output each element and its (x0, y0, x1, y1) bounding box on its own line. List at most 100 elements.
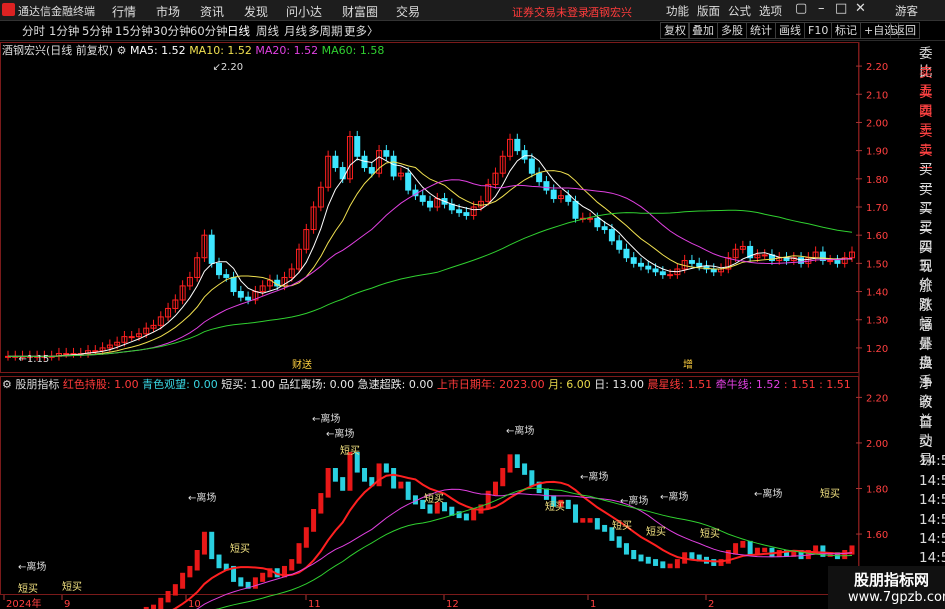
candle-body (667, 274, 674, 277)
maximize-icon[interactable]: □ (835, 1, 847, 16)
indicator-bar (580, 518, 586, 523)
candle-body (834, 260, 841, 264)
sidebar-item-25[interactable]: 14:56 (919, 530, 945, 548)
candle-body (354, 136, 361, 157)
y-label-ind: 1.80 (866, 485, 888, 496)
app-logo-icon (2, 3, 15, 16)
guest-label[interactable]: 游客 (895, 3, 918, 19)
menu-options[interactable]: 选项 (759, 3, 782, 19)
period-monthly[interactable]: 月线 (284, 23, 307, 39)
menu-function[interactable]: 功能 (666, 3, 689, 19)
candle-body (216, 262, 222, 276)
btn-mark[interactable]: 标记 (831, 22, 861, 39)
indicator-bar (383, 463, 389, 473)
period-60min[interactable]: 60分钟 (190, 23, 228, 39)
minimize-icon[interactable]: – (818, 1, 825, 16)
indicator-bar (711, 559, 717, 566)
exit-label: ←离场 (754, 487, 782, 500)
y-label-main: 1.40 (866, 288, 888, 299)
period-multi[interactable]: 多周期 (308, 23, 343, 39)
btn-overlay[interactable]: 叠加 (688, 22, 718, 39)
indicator-bar (653, 559, 659, 566)
candle-body (608, 229, 615, 242)
sidebar-item-22[interactable]: 14:56 (919, 472, 945, 490)
sidebar-item-23[interactable]: 14:56 (919, 491, 945, 509)
btn-back[interactable]: 返回 (890, 22, 920, 39)
restore-icon[interactable]: ▢ (795, 1, 807, 16)
indicator-bar (645, 556, 651, 564)
menu-market[interactable]: 市场 (156, 3, 180, 20)
candle-body (456, 209, 463, 214)
candle-body (630, 257, 637, 264)
candle-body (536, 172, 543, 183)
indicator-bar (747, 540, 753, 555)
btn-stats[interactable]: 统计 (746, 22, 776, 39)
period-daily[interactable]: 日线 (227, 23, 250, 39)
btn-multistock[interactable]: 多股 (717, 22, 747, 39)
candle-body (572, 200, 579, 219)
y-label-ind: 1.60 (866, 530, 888, 541)
btn-draw[interactable]: 画线 (775, 22, 805, 39)
candle-body (594, 217, 601, 228)
indicator-bar (573, 504, 579, 523)
indicator-bar (296, 543, 302, 564)
sidebar-item-26[interactable]: 14:56 (919, 549, 945, 567)
indicator-bar (151, 604, 157, 609)
menu-quotes[interactable]: 行情 (112, 3, 136, 20)
x-label: 2024年 (6, 597, 41, 609)
indicator-bar (238, 577, 244, 587)
period-30min[interactable]: 30分钟 (153, 23, 191, 39)
exit-label: ←离场 (18, 560, 46, 573)
x-label: 2 (708, 599, 714, 609)
candle-body (405, 172, 412, 191)
y-label-main: 1.60 (866, 231, 888, 242)
short-buy-label: 短买 (820, 487, 840, 500)
period-15min[interactable]: 15分钟 (115, 23, 153, 39)
indicator-bar (398, 481, 404, 489)
indicator-bar (485, 490, 491, 509)
sidebar-item-24[interactable]: 14:56 (919, 511, 945, 529)
candle-body (543, 181, 550, 191)
event-increase: 增 (683, 358, 693, 371)
indicator-bar (623, 543, 629, 555)
period-tick[interactable]: 分时 (22, 23, 45, 39)
period-5min[interactable]: 5分钟 (82, 23, 112, 39)
menu-layout[interactable]: 版面 (697, 3, 720, 19)
menu-wealth[interactable]: 财富圈 (342, 3, 378, 20)
kline-chart[interactable]: 2.20 2.10 2.00 1.90 1.80 1.70 1.60 1.50 1.40 1.30… (0, 42, 917, 609)
btn-adjust[interactable]: 复权 (660, 22, 690, 39)
period-more-chevron-icon[interactable]: 〉 (367, 23, 379, 39)
indicator-bar (616, 536, 622, 548)
indicator-bar (507, 454, 513, 473)
stock-tag[interactable]: 酒钢宏兴 (588, 4, 632, 20)
menu-formula[interactable]: 公式 (728, 3, 751, 19)
candle-body (696, 262, 703, 267)
short-buy-label: 短买 (612, 519, 632, 532)
y-label-main: 1.70 (866, 203, 888, 214)
indicator-bar (201, 531, 207, 555)
title-bar: 通达信金融终端 行情 市场 资讯 发现 问小达 财富圈 交易 证券交易未登录 酒… (0, 0, 945, 21)
sidebar-item-21[interactable]: 14:56 (919, 452, 945, 470)
exit-label: ←离场 (660, 490, 688, 503)
indicator-bar (565, 499, 571, 509)
period-1min[interactable]: 1分钟 (49, 23, 79, 39)
indicator-bar (500, 468, 506, 487)
period-weekly[interactable]: 周线 (256, 23, 279, 39)
period-more[interactable]: 更多 (344, 23, 367, 39)
watermark-url: www.7gpzb.com (848, 590, 945, 605)
candle-body (688, 260, 695, 264)
candle-body (550, 189, 557, 200)
menu-ask[interactable]: 问小达 (286, 3, 322, 20)
menu-trade[interactable]: 交易 (396, 3, 420, 20)
candle-body (565, 195, 572, 202)
indicator-bar (689, 552, 695, 560)
login-warning[interactable]: 证券交易未登录 (512, 4, 589, 20)
menu-discover[interactable]: 发现 (244, 3, 268, 20)
close-icon[interactable]: ✕ (855, 1, 866, 16)
candle-body (237, 291, 244, 298)
indicator-bar (594, 518, 600, 530)
indicator-bar (405, 481, 411, 500)
indicator-bar (391, 468, 397, 489)
menu-news[interactable]: 资讯 (200, 3, 224, 20)
btn-f10[interactable]: F10 (804, 22, 833, 39)
